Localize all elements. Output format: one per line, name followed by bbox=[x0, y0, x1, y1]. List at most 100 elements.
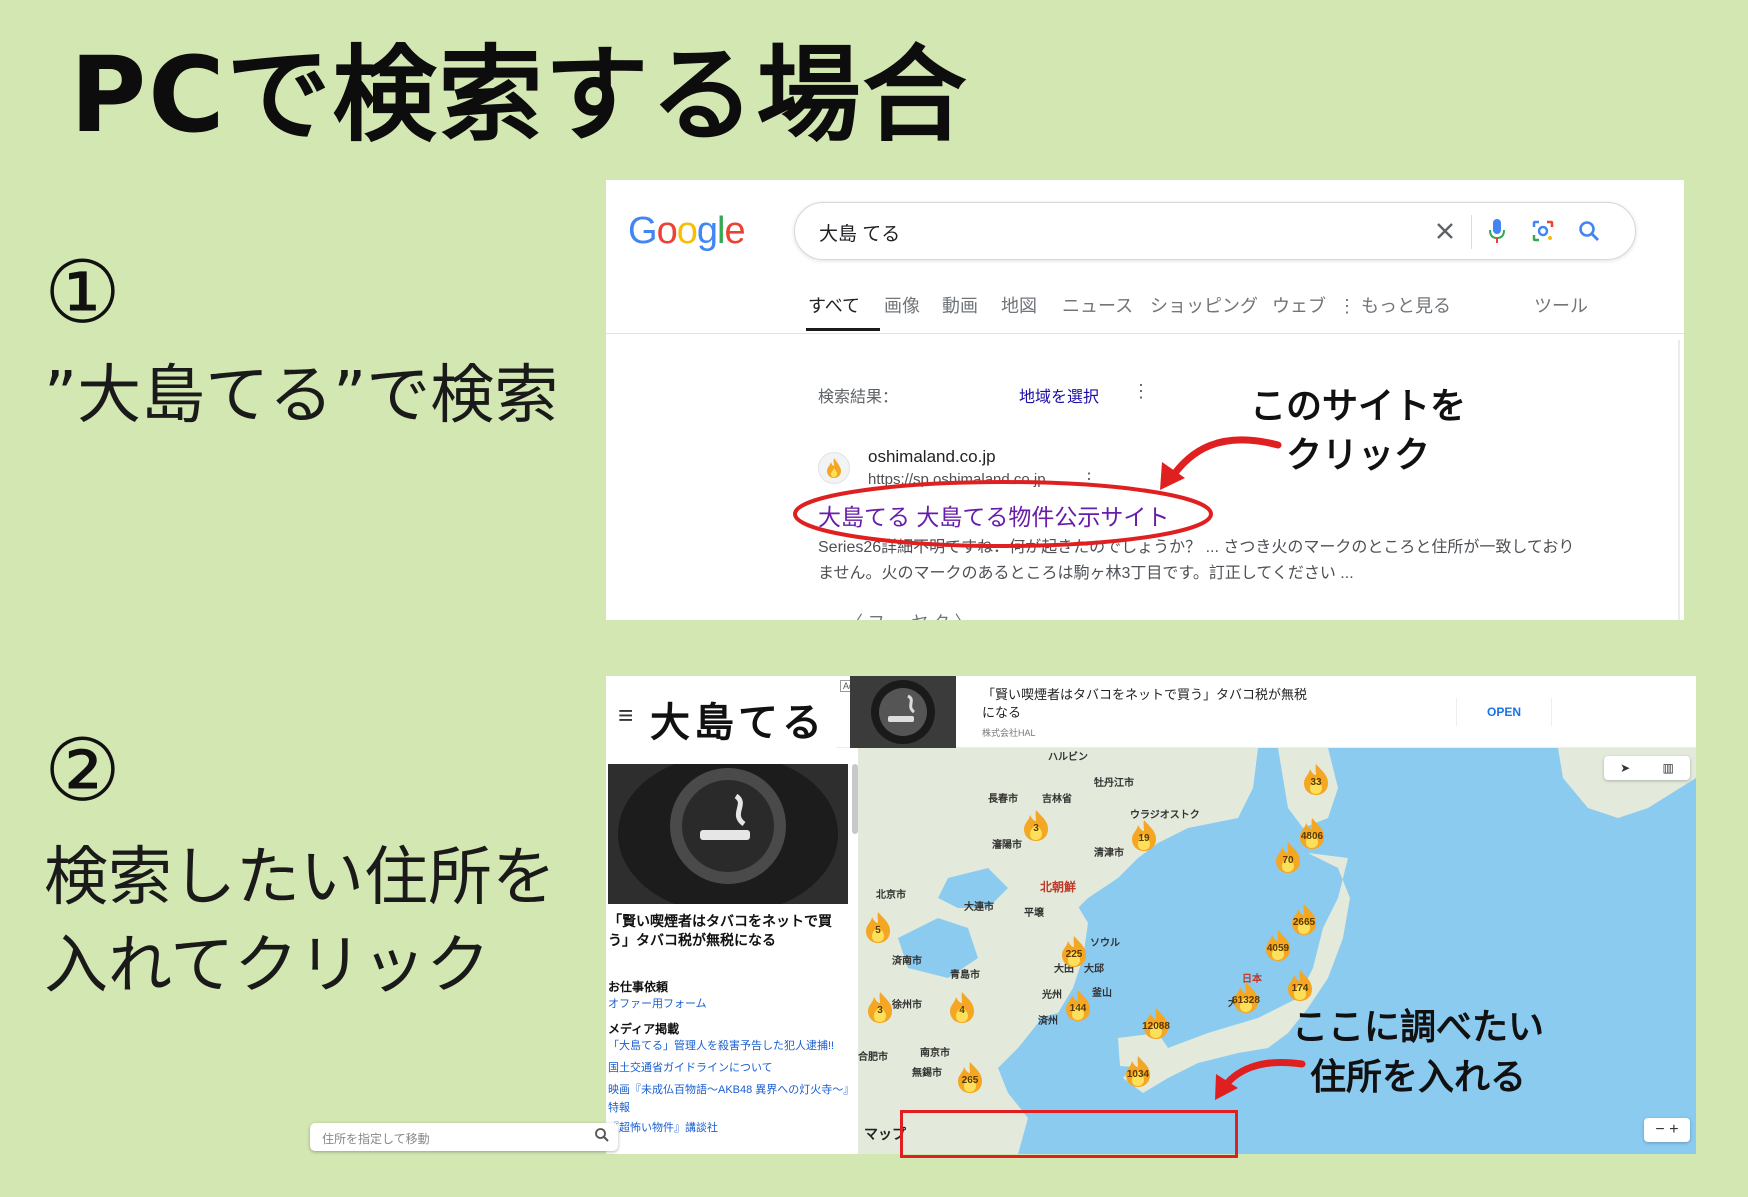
fire-cluster-count: 144 bbox=[1069, 1003, 1087, 1014]
fire-cluster-marker[interactable]: 3 bbox=[862, 990, 898, 1024]
result-menu-icon[interactable]: ⋮ bbox=[1081, 469, 1097, 489]
fire-cluster-count: 19 bbox=[1138, 833, 1150, 844]
search-icon[interactable] bbox=[1573, 215, 1605, 247]
city-label: 平壌 bbox=[1024, 908, 1044, 919]
city-label: 長春市 bbox=[988, 794, 1018, 805]
section-heading-work: お仕事依頼 bbox=[608, 980, 669, 994]
google-search-screenshot: Google 大島 てる すべて 画像 動画 地図 ニュース ショッピング ウェ… bbox=[606, 180, 1684, 620]
tab-news[interactable]: ニュース bbox=[1062, 292, 1133, 318]
result-snippet: Series26詳細不明ですね．何が起きたのでしょうか？ ... さつき火のマー… bbox=[818, 539, 1575, 583]
sidebar-ad-title[interactable]: 「賢い喫煙者はタバコをネットで買う」タバコ税が無税になる bbox=[608, 912, 848, 950]
city-label: 合肥市 bbox=[858, 1052, 888, 1063]
locate-icon[interactable]: ➤ bbox=[1620, 761, 1630, 775]
fire-cluster-count: 5 bbox=[875, 925, 881, 936]
result-title-link[interactable]: 大島てる 大島てる物件公示サイト bbox=[818, 498, 1169, 532]
step-2-number: ② bbox=[44, 721, 122, 821]
fire-cluster-marker[interactable]: 225 bbox=[1056, 934, 1092, 968]
fire-cluster-count: 33 bbox=[1310, 777, 1322, 788]
fire-cluster-count: 4059 bbox=[1266, 943, 1290, 954]
sidebar: 「賢い喫煙者はタバコをネットで買う」タバコ税が無税になる お仕事依頼 オファー用… bbox=[606, 764, 858, 1154]
more-dots-icon: ⋮ bbox=[1338, 296, 1362, 316]
fire-cluster-count: 2665 bbox=[1292, 917, 1316, 928]
microphone-icon[interactable] bbox=[1481, 215, 1513, 247]
google-logo[interactable]: Google bbox=[628, 210, 746, 253]
hamburger-menu-icon[interactable]: ≡ bbox=[618, 700, 633, 731]
city-label: 済南市 bbox=[892, 956, 922, 967]
header-divider bbox=[606, 333, 1684, 334]
address-search-input[interactable]: 住所を指定して移動 bbox=[310, 1123, 618, 1151]
result-url: https://sp.oshimaland.co.jp bbox=[868, 471, 1046, 488]
city-label: 北京市 bbox=[876, 890, 906, 901]
ad-open-button[interactable]: OPEN bbox=[1456, 698, 1552, 726]
fire-cluster-marker[interactable]: 265 bbox=[952, 1060, 988, 1094]
scrollbar[interactable] bbox=[1678, 340, 1680, 620]
clear-icon[interactable] bbox=[1429, 215, 1461, 247]
tab-images[interactable]: 画像 bbox=[884, 292, 920, 318]
fire-cluster-marker[interactable]: 4059 bbox=[1260, 928, 1296, 962]
ad-image[interactable] bbox=[850, 676, 956, 748]
fire-cluster-count: 12088 bbox=[1142, 1021, 1170, 1032]
fire-cluster-count: 3 bbox=[877, 1005, 883, 1016]
address-search-placeholder: 住所を指定して移動 bbox=[322, 1132, 430, 1146]
annotation-click-site: このサイトを クリック bbox=[1250, 386, 1467, 476]
country-label-north-korea: 北朝鮮 bbox=[1040, 880, 1077, 894]
site-header: ≡ 大島てる bbox=[606, 676, 836, 764]
region-more-icon[interactable]: ⋮ bbox=[1132, 381, 1150, 402]
fire-cluster-marker[interactable]: 144 bbox=[1060, 988, 1096, 1022]
result-domain: oshimaland.co.jp bbox=[868, 447, 996, 466]
fire-cluster-marker[interactable]: 1034 bbox=[1120, 1054, 1156, 1088]
google-tab-bar: すべて 画像 動画 地図 ニュース ショッピング ウェブ ⋮ もっと見る ツール bbox=[806, 292, 1666, 332]
city-label: 吉林省 bbox=[1042, 794, 1072, 805]
fire-cluster-marker[interactable]: 12088 bbox=[1138, 1006, 1174, 1040]
fire-cluster-marker[interactable]: 70 bbox=[1270, 840, 1306, 874]
city-label: 青島市 bbox=[950, 970, 980, 981]
tab-shopping[interactable]: ショッピング bbox=[1150, 292, 1258, 318]
city-label: 清津市 bbox=[1094, 848, 1124, 859]
city-label: 大連市 bbox=[964, 902, 994, 913]
search-query[interactable]: 大島 てる bbox=[819, 219, 900, 246]
fire-cluster-marker[interactable]: 61328 bbox=[1228, 980, 1264, 1014]
tab-all[interactable]: すべて bbox=[808, 292, 860, 318]
tab-tools[interactable]: ツール bbox=[1534, 292, 1588, 318]
step-1-text: ”大島てる”で検索 bbox=[44, 359, 559, 433]
search-icon[interactable] bbox=[594, 1127, 610, 1146]
ad-text[interactable]: 「賢い喫煙者はタバコをネットで買う」タバコ税が無税になる bbox=[982, 686, 1312, 721]
tab-web[interactable]: ウェブ bbox=[1272, 292, 1326, 318]
media-link-4[interactable]: 『超怖い物件』講談社 bbox=[608, 1120, 852, 1138]
step-1-number: ① bbox=[44, 243, 122, 343]
google-search-box[interactable]: 大島 てる bbox=[794, 202, 1636, 260]
map-layers-icon[interactable]: ▥ bbox=[1663, 761, 1674, 775]
results-meta-label: 検索結果： bbox=[818, 389, 899, 406]
region-select-link[interactable]: 地域を選択 bbox=[1019, 383, 1099, 407]
city-label: ハルビン bbox=[1048, 752, 1088, 763]
fire-cluster-count: 1034 bbox=[1126, 1069, 1150, 1080]
fire-cluster-marker[interactable]: 174 bbox=[1282, 968, 1318, 1002]
fire-cluster-marker[interactable]: 19 bbox=[1126, 818, 1162, 852]
section-heading-media: メディア掲載 bbox=[608, 1022, 680, 1036]
media-link-2[interactable]: 国土交通省ガイドラインについて bbox=[608, 1060, 852, 1078]
fire-cluster-count: 3 bbox=[1033, 823, 1039, 834]
tab-maps[interactable]: 地図 bbox=[1001, 292, 1037, 318]
fire-cluster-marker[interactable]: 3 bbox=[1018, 808, 1054, 842]
fire-cluster-count: 4 bbox=[959, 1005, 965, 1016]
sidebar-ad-image[interactable] bbox=[608, 764, 848, 904]
city-label: ソウル bbox=[1090, 938, 1120, 949]
ad-banner[interactable]: Ad 「賢い喫煙者はタバコをネットで買う」タバコ税が無税になる 株式会社HAL … bbox=[836, 676, 1696, 748]
fire-cluster-count: 265 bbox=[961, 1075, 979, 1086]
media-link-1[interactable]: 「大島てる」管理人を殺害予告した犯人逮捕!! bbox=[608, 1038, 852, 1056]
fire-cluster-marker[interactable]: 4 bbox=[944, 990, 980, 1024]
offer-form-link[interactable]: オファー用フォーム bbox=[608, 996, 852, 1014]
zoom-controls[interactable]: − + bbox=[1644, 1118, 1690, 1142]
fire-cluster-marker[interactable]: 5 bbox=[860, 910, 896, 944]
tab-more[interactable]: ⋮ もっと見る bbox=[1338, 292, 1451, 318]
fire-cluster-marker[interactable]: 33 bbox=[1298, 762, 1334, 796]
lens-camera-icon[interactable] bbox=[1527, 215, 1559, 247]
tab-videos[interactable]: 動画 bbox=[942, 292, 978, 318]
city-label: 南京市 bbox=[920, 1048, 950, 1059]
annotation-enter-address: ここに調べたい 住所を入れる bbox=[1292, 1007, 1545, 1098]
incident-map[interactable]: ハルビン 牡丹江市 長春市 吉林省 ウラジオストク 瀋陽市 清津市 北京市 大連… bbox=[858, 748, 1696, 1154]
media-link-3[interactable]: 映画『未成仏百物語～AKB48 異界への灯火寺～』特報 bbox=[608, 1082, 852, 1117]
ad-advertiser: 株式会社HAL bbox=[982, 728, 1036, 738]
map-controls: ➤ ▥ bbox=[1604, 756, 1690, 780]
site-logo[interactable]: 大島てる bbox=[650, 690, 826, 748]
